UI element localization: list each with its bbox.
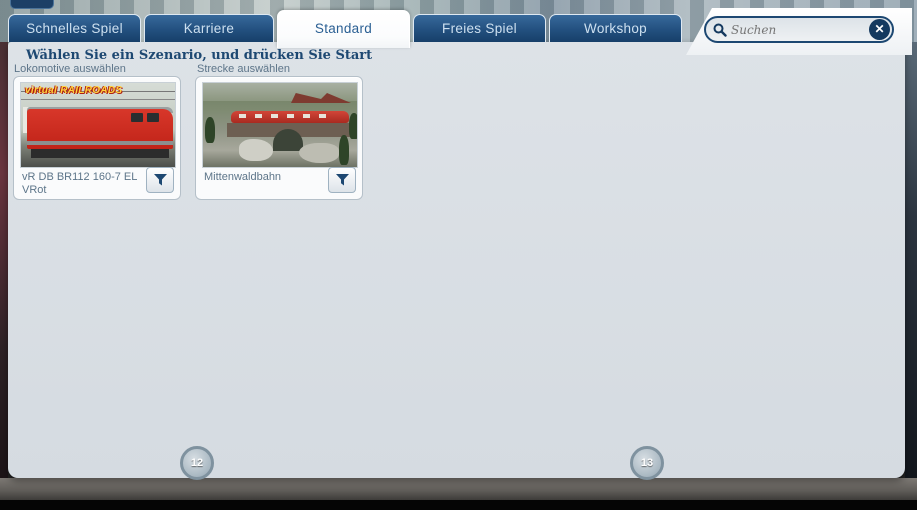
- tab-karriere[interactable]: Karriere: [144, 14, 274, 42]
- background-photo-left: [0, 42, 8, 480]
- clipped-top-button[interactable]: [10, 0, 54, 9]
- tab-standard[interactable]: Standard: [277, 10, 410, 48]
- virtual-railroads-watermark: virtual RAILROADS: [25, 85, 123, 96]
- filter-funnel-icon: [335, 174, 349, 186]
- route-thumbnail: [202, 82, 358, 168]
- locomotive-card[interactable]: virtual RAILROADS vR DB BR112 160-7 EL V…: [13, 76, 181, 200]
- search-icon: [713, 23, 727, 37]
- loco-picker-label: Lokomotive auswählen: [14, 63, 126, 75]
- route-artwork: [203, 83, 357, 167]
- tab-schnelles-spiel[interactable]: Schnelles Spiel: [8, 14, 141, 42]
- route-filter-button[interactable]: [328, 167, 356, 193]
- search-input[interactable]: [727, 22, 892, 37]
- search-box[interactable]: ✕: [704, 16, 894, 43]
- background-photo-bottom: [0, 478, 917, 510]
- tab-freies-spiel[interactable]: Freies Spiel: [413, 14, 546, 42]
- tab-workshop[interactable]: Workshop: [549, 14, 682, 42]
- locomotive-thumbnail: virtual RAILROADS: [20, 82, 176, 168]
- route-picker-label: Strecke auswählen: [197, 63, 290, 75]
- instruction-heading: Wählen Sie ein Szenario, und drücken Sie…: [26, 48, 373, 63]
- route-name: Mittenwaldbahn: [204, 171, 282, 183]
- scrollbar-handle-left[interactable]: 12: [180, 446, 214, 480]
- filter-funnel-icon: [153, 174, 167, 186]
- loco-filter-button[interactable]: [146, 167, 174, 193]
- train-simulator-scenario-screen: Schnelles Spiel Karriere Standard Freies…: [0, 0, 917, 510]
- search-clear-icon[interactable]: ✕: [869, 19, 890, 40]
- background-photo-right: [905, 42, 917, 480]
- locomotive-artwork: virtual RAILROADS: [21, 83, 175, 167]
- locomotive-name: vR DB BR112 160-7 EL VRot: [22, 171, 137, 196]
- route-card[interactable]: Mittenwaldbahn: [195, 76, 363, 200]
- scrollbar-handle-right[interactable]: 13: [630, 446, 664, 480]
